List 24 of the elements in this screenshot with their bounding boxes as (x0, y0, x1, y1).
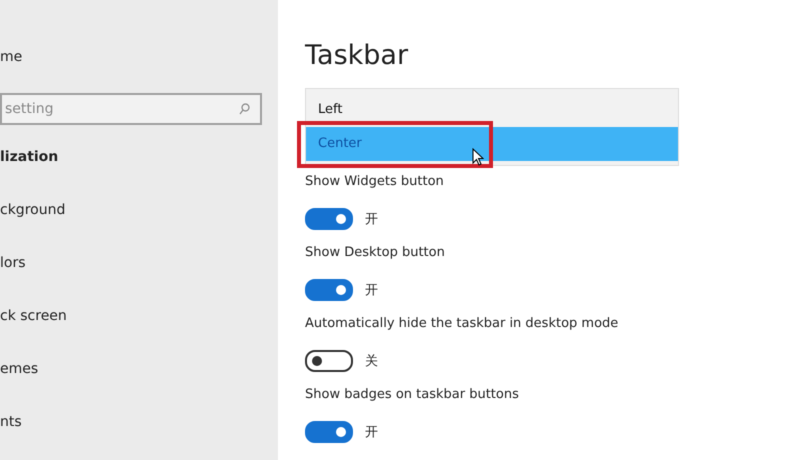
dropdown-option[interactable]: Left (306, 93, 678, 127)
search-icon (239, 103, 250, 115)
sidebar-item[interactable]: emes (0, 361, 278, 381)
cursor-icon (472, 148, 484, 166)
page-title: Taskbar (305, 40, 408, 73)
sidebar-item[interactable]: ckground (0, 202, 278, 222)
toggle-state: 关 (365, 352, 378, 370)
sidebar-item[interactable]: lors (0, 255, 278, 275)
toggle-switch[interactable] (305, 350, 353, 372)
search-field[interactable]: setting (0, 93, 262, 125)
sidebar-item[interactable]: ck screen (0, 308, 278, 328)
toggle-switch[interactable] (305, 420, 353, 442)
setting-label: Automatically hide the taskbar in desktop mode (305, 316, 618, 333)
setting-label: Show Desktop button (305, 245, 445, 262)
toggle-state: 开 (365, 210, 378, 228)
toggle-state: 开 (365, 424, 378, 440)
toggle-switch[interactable] (305, 278, 353, 300)
sidebar-item[interactable]: nts (0, 414, 278, 434)
setting-label: Show badges on taskbar buttons (305, 387, 519, 404)
toggle-state: 开 (365, 282, 378, 298)
toggle-switch[interactable] (305, 208, 353, 230)
home-link[interactable]: me (0, 49, 278, 69)
setting-label: Show Widgets button (305, 174, 444, 191)
section-heading: lization (0, 149, 60, 167)
